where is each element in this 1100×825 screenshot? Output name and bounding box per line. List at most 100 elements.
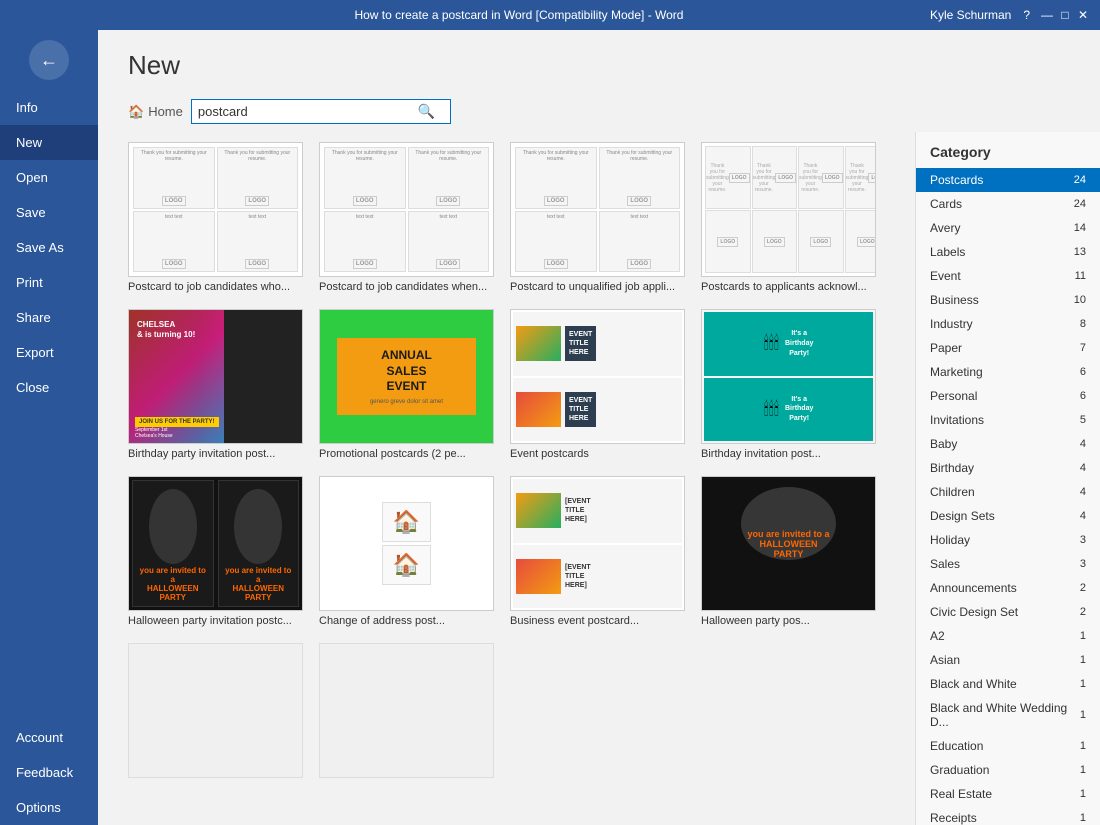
category-count-design-sets: 4 xyxy=(1080,510,1086,522)
sidebar-item-feedback[interactable]: Feedback xyxy=(0,755,98,790)
sidebar-item-info[interactable]: Info xyxy=(0,90,98,125)
category-count-bw: 1 xyxy=(1080,678,1086,690)
breadcrumb-home[interactable]: 🏠 Home xyxy=(128,104,183,120)
template-card-5[interactable]: CHELSEA& is turning 10! JOIN US FOR THE … xyxy=(128,309,303,460)
template-label-9: Halloween party invitation postc... xyxy=(128,615,303,627)
category-label-sales: Sales xyxy=(930,557,960,571)
template-thumb-13 xyxy=(128,643,303,778)
sidebar-item-export[interactable]: Export xyxy=(0,335,98,370)
category-item-cards[interactable]: Cards24 xyxy=(916,192,1100,216)
category-label-invitations: Invitations xyxy=(930,413,984,427)
category-item-labels[interactable]: Labels13 xyxy=(916,240,1100,264)
category-count-event: 11 xyxy=(1075,270,1086,282)
minimize-button[interactable]: — xyxy=(1038,6,1056,24)
category-count-holiday: 3 xyxy=(1080,534,1086,546)
category-label-children: Children xyxy=(930,485,975,499)
sidebar-item-open[interactable]: Open xyxy=(0,160,98,195)
category-item-real-estate[interactable]: Real Estate 1 xyxy=(916,782,1100,806)
sidebar-item-print[interactable]: Print xyxy=(0,265,98,300)
template-card-6[interactable]: ANNUALSALESEVENT genero greve dolor sit … xyxy=(319,309,494,460)
category-item-marketing[interactable]: Marketing6 xyxy=(916,360,1100,384)
template-card-10[interactable]: 🏠 🏠 Change of address post... xyxy=(319,476,494,627)
category-label-real-estate: Real Estate xyxy=(930,787,992,801)
template-card-13[interactable] xyxy=(128,643,303,782)
category-item-receipts[interactable]: Receipts1 xyxy=(916,806,1100,825)
category-item-design-sets[interactable]: Design Sets 4 xyxy=(916,504,1100,528)
sidebar-item-save[interactable]: Save xyxy=(0,195,98,230)
template-row-4 xyxy=(128,643,895,782)
category-item-personal[interactable]: Personal6 xyxy=(916,384,1100,408)
title-bar: How to create a postcard in Word [Compat… xyxy=(0,0,1100,30)
category-header: Category xyxy=(916,132,1100,168)
category-item-bw-wedding[interactable]: Black and White Wedding D...1 xyxy=(916,696,1100,734)
category-count-receipts: 1 xyxy=(1080,812,1086,824)
category-item-announcements[interactable]: Announcements2 xyxy=(916,576,1100,600)
category-item-avery[interactable]: Avery14 xyxy=(916,216,1100,240)
category-item-postcards[interactable]: Postcards24 xyxy=(916,168,1100,192)
template-card-12[interactable]: you are invited to aHALLOWEENPARTY Hallo… xyxy=(701,476,876,627)
template-card-8[interactable]: 🕯🕯🕯 It's aBirthdayParty! 🕯🕯🕯 It's aBirth… xyxy=(701,309,876,460)
template-card-7[interactable]: EVENTTITLEHERE EVENTTITLEHERE Event post… xyxy=(510,309,685,460)
category-item-sales[interactable]: Sales3 xyxy=(916,552,1100,576)
sidebar-item-account[interactable]: Account xyxy=(0,720,98,755)
category-item-baby[interactable]: Baby4 xyxy=(916,432,1100,456)
sidebar-item-save-as[interactable]: Save As xyxy=(0,230,98,265)
category-item-graduation[interactable]: Graduation1 xyxy=(916,758,1100,782)
category-item-birthday[interactable]: Birthday4 xyxy=(916,456,1100,480)
search-button[interactable]: 🔍 xyxy=(418,103,435,120)
category-count-baby: 4 xyxy=(1080,438,1086,450)
category-item-asian[interactable]: Asian1 xyxy=(916,648,1100,672)
category-item-event[interactable]: Event 11 xyxy=(916,264,1100,288)
category-item-bw[interactable]: Black and White1 xyxy=(916,672,1100,696)
template-label-3: Postcard to unqualified job appli... xyxy=(510,281,685,293)
template-label-6: Promotional postcards (2 pe... xyxy=(319,448,494,460)
category-count-cards: 24 xyxy=(1074,198,1086,210)
category-scroll[interactable]: Postcards24Cards24Avery14Labels13Event11… xyxy=(916,168,1100,825)
template-label-11: Business event postcard... xyxy=(510,615,685,627)
category-count-invitations: 5 xyxy=(1080,414,1086,426)
template-card-11[interactable]: [EVENTTITLEHERE] [EVENTTITLEHERE] Busine… xyxy=(510,476,685,627)
category-item-business[interactable]: Business10 xyxy=(916,288,1100,312)
template-card-14[interactable] xyxy=(319,643,494,782)
category-item-industry[interactable]: Industry8 xyxy=(916,312,1100,336)
maximize-button[interactable]: □ xyxy=(1056,6,1074,24)
category-item-education[interactable]: Education1 xyxy=(916,734,1100,758)
template-thumb-7: EVENTTITLEHERE EVENTTITLEHERE xyxy=(510,309,685,444)
template-card-1[interactable]: Thank you for submitting your resume.LOG… xyxy=(128,142,303,293)
template-label-4: Postcards to applicants acknowl... xyxy=(701,281,876,293)
category-label-paper: Paper xyxy=(930,341,962,355)
back-button[interactable]: ← xyxy=(29,40,69,80)
template-card-2[interactable]: Thank you for submitting your resume.LOG… xyxy=(319,142,494,293)
sidebar-item-new[interactable]: New xyxy=(0,125,98,160)
home-icon: 🏠 xyxy=(128,104,144,120)
template-card-4[interactable]: Thank you for submittingyour resume.LOGO… xyxy=(701,142,876,293)
template-thumb-14 xyxy=(319,643,494,778)
category-label-event: Event xyxy=(930,269,961,283)
category-label-birthday: Birthday xyxy=(930,461,974,475)
user-name: Kyle Schurman xyxy=(930,8,1011,22)
template-row-2: CHELSEA& is turning 10! JOIN US FOR THE … xyxy=(128,309,895,460)
template-card-9[interactable]: you are invited to aHALLOWEENPARTY you a… xyxy=(128,476,303,627)
sidebar-item-close[interactable]: Close xyxy=(0,370,98,405)
category-label-design-sets: Design Sets xyxy=(930,509,995,523)
sidebar-item-options[interactable]: Options xyxy=(0,790,98,825)
category-item-children[interactable]: Children4 xyxy=(916,480,1100,504)
category-item-paper[interactable]: Paper7 xyxy=(916,336,1100,360)
category-count-announcements: 2 xyxy=(1080,582,1086,594)
category-count-real-estate: 1 xyxy=(1080,788,1086,800)
help-button[interactable]: ? xyxy=(1023,8,1030,22)
category-item-holiday[interactable]: Holiday3 xyxy=(916,528,1100,552)
search-input[interactable] xyxy=(198,104,418,119)
template-thumb-5: CHELSEA& is turning 10! JOIN US FOR THE … xyxy=(128,309,303,444)
category-count-industry: 8 xyxy=(1080,318,1086,330)
category-label-asian: Asian xyxy=(930,653,960,667)
template-card-3[interactable]: Thank you for submitting your resume.LOG… xyxy=(510,142,685,293)
category-item-invitations[interactable]: Invitations 5 xyxy=(916,408,1100,432)
close-button[interactable]: ✕ xyxy=(1074,6,1092,24)
window-title: How to create a postcard in Word [Compat… xyxy=(108,8,930,22)
category-item-civic-design[interactable]: Civic Design Set2 xyxy=(916,600,1100,624)
template-thumb-12: you are invited to aHALLOWEENPARTY xyxy=(701,476,876,611)
sidebar-item-share[interactable]: Share xyxy=(0,300,98,335)
category-item-a2[interactable]: A21 xyxy=(916,624,1100,648)
category-count-postcards: 24 xyxy=(1074,174,1086,186)
